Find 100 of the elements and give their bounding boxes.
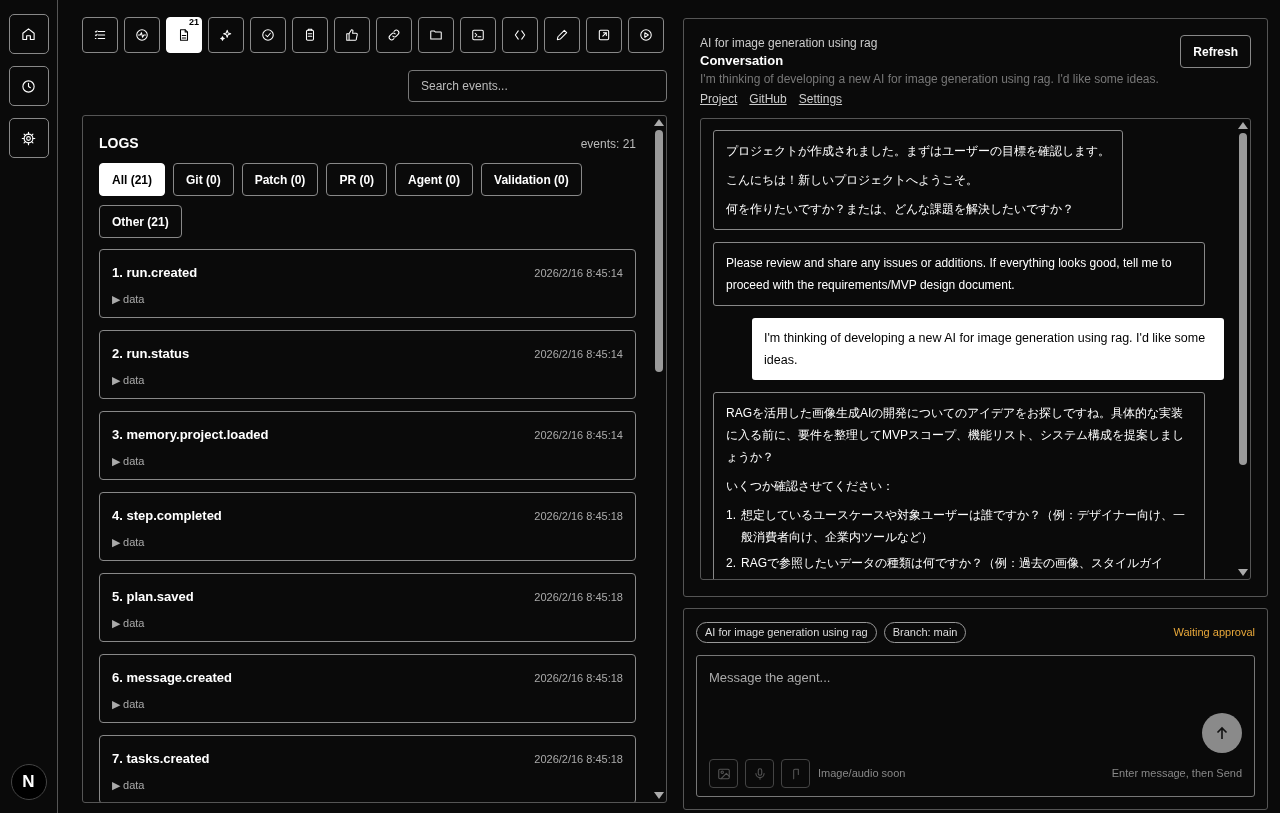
event-time: 2026/2/16 8:45:18 — [534, 751, 623, 767]
settings-icon — [21, 130, 36, 146]
toolbar-button[interactable] — [502, 17, 538, 53]
data-toggle[interactable]: ▶ data — [112, 614, 145, 631]
list-item: RAGで参照したいデータの種類は何ですか？（例：過去の画像、スタイルガイ — [741, 555, 1163, 572]
data-toggle[interactable]: ▶ data — [112, 695, 145, 712]
clipboard-icon — [303, 28, 317, 42]
event-time: 2026/2/16 8:45:18 — [534, 589, 623, 605]
message-input[interactable]: Message the agent... Image/audio soon Enter message, then Send — [696, 655, 1255, 797]
scroll-thumb[interactable] — [1239, 133, 1247, 465]
data-toggle[interactable]: ▶ data — [112, 452, 145, 469]
thumbs-up-icon — [345, 28, 359, 42]
message-text: いくつか確認させてください： — [726, 478, 895, 495]
project-description: I'm thinking of developing a new AI for image generation using rag. I'd like some ideas. — [700, 71, 1159, 87]
project-name: AI for image generation using rag — [700, 35, 879, 51]
event-name: 2. run.status — [112, 345, 190, 363]
event-time: 2026/2/16 8:45:18 — [534, 670, 623, 686]
play-icon — [639, 28, 653, 42]
nav-link[interactable]: Settings — [798, 90, 843, 108]
toolbar-button[interactable] — [334, 17, 370, 53]
toolbar-button[interactable] — [124, 17, 160, 53]
event-name: 7. tasks.created — [112, 750, 210, 768]
document-icon — [177, 28, 191, 42]
pulse-icon — [135, 28, 149, 42]
check-circle-icon — [261, 28, 275, 42]
code-icon — [513, 28, 527, 42]
home-icon — [21, 26, 36, 42]
sidebar-button[interactable] — [8, 66, 49, 106]
event-name: 4. step.completed — [112, 507, 222, 525]
data-toggle[interactable]: ▶ data — [112, 290, 145, 307]
logo-badge[interactable]: N — [10, 764, 47, 800]
message-text: I'm thinking of developing a new AI for image generation using rag. I'd like some ideas. — [764, 330, 1207, 369]
scroll-thumb[interactable] — [655, 130, 663, 372]
link-icon — [387, 28, 401, 42]
message-field[interactable]: Message the agent... — [709, 668, 1242, 716]
event-name: 5. plan.saved — [112, 588, 194, 606]
event-name: 1. run.created — [112, 264, 198, 282]
toolbar-button[interactable] — [292, 17, 328, 53]
scroll-up-icon[interactable] — [1238, 122, 1248, 129]
list-number: 1. — [726, 507, 737, 524]
event-name: 6. message.created — [112, 669, 232, 687]
data-toggle[interactable]: ▶ data — [112, 371, 145, 388]
sidebar-button[interactable] — [8, 14, 49, 54]
toolbar-button[interactable] — [376, 17, 412, 53]
filter-tab[interactable]: PR (0) — [326, 163, 388, 196]
count-label: 21 — [189, 16, 199, 28]
search-field[interactable]: Search events... — [408, 70, 667, 102]
arrow-up-icon — [1216, 726, 1228, 740]
message-text: 何を作りたいですか？または、どんな課題を解決したいですか？ — [726, 201, 1075, 218]
data-toggle[interactable]: ▶ data — [112, 776, 145, 793]
external-link-icon — [597, 28, 611, 42]
toolbar-button[interactable] — [418, 17, 454, 53]
message-text: こんにちは！新しいプロジェクトへようこそ。 — [726, 172, 979, 189]
filter-tab[interactable]: All (21) — [99, 163, 165, 196]
toolbar-button[interactable]: 21 — [166, 17, 202, 53]
event-time: 2026/2/16 8:45:18 — [534, 508, 623, 524]
hint-text: Enter message, then Send — [1111, 766, 1242, 782]
scroll-down-icon[interactable] — [1238, 569, 1248, 576]
event-count: events: 21 — [580, 135, 636, 153]
toolbar-button[interactable] — [628, 17, 664, 53]
scroll-down-icon[interactable] — [654, 792, 664, 799]
nav-link[interactable]: Project — [700, 90, 738, 108]
event-time: 2026/2/16 8:45:14 — [534, 346, 623, 362]
microphone-icon — [752, 766, 767, 781]
toolbar-button[interactable] — [250, 17, 286, 53]
panel-title: LOGS — [99, 134, 139, 153]
sparkles-icon — [219, 28, 233, 42]
toolbar-button[interactable] — [208, 17, 244, 53]
panel-title: Conversation — [700, 52, 785, 70]
folder-icon — [429, 28, 443, 42]
sidebar-button[interactable] — [8, 118, 49, 158]
toolbar-button[interactable] — [82, 17, 118, 53]
hint-text: Image/audio soon — [818, 766, 906, 782]
event-time: 2026/2/16 8:45:14 — [534, 427, 623, 443]
pencil-icon — [555, 28, 569, 42]
filter-tab[interactable]: Patch (0) — [241, 163, 319, 196]
toolbar-button[interactable] — [460, 17, 496, 53]
refresh-button[interactable]: Refresh — [1180, 35, 1251, 68]
event-name: 3. memory.project.loaded — [112, 426, 269, 444]
clock-icon — [21, 78, 36, 94]
data-toggle[interactable]: ▶ data — [112, 533, 145, 550]
image-icon — [716, 766, 731, 781]
message-text: RAGを活用した画像生成AIの開発についてのアイデアをお探しですね。具体的な実装に入る前に、要件を整理してMVPスコープ、機能リスト、システム構成を提案しましょうか？ — [726, 405, 1185, 466]
list-item: 想定しているユースケースや対象ユーザーは誰ですか？（例：デザイナー向け、一般消費者向け、企業内ツールなど） — [741, 507, 1186, 546]
terminal-icon — [471, 28, 485, 42]
toolbar-button[interactable] — [544, 17, 580, 53]
message-text: プロジェクトが作成されました。まずはユーザーの目標を確認します。 — [726, 143, 1110, 160]
send-button[interactable] — [1202, 713, 1242, 753]
filter-tab[interactable]: Other (21) — [99, 205, 182, 238]
toolbar-button[interactable] — [586, 17, 622, 53]
message-text: Please review and share any issues or additions. If everything looks good, tell me to proceed with the requirements/MVP design document. — [726, 255, 1173, 294]
event-time: 2026/2/16 8:45:14 — [534, 265, 623, 281]
scroll-up-icon[interactable] — [654, 119, 664, 126]
nav-link[interactable]: GitHub — [749, 90, 787, 108]
filter-tab[interactable]: Validation (0) — [481, 163, 582, 196]
filter-tab[interactable]: Agent (0) — [395, 163, 474, 196]
list-number: 2. — [726, 555, 737, 572]
checklist-icon — [93, 28, 107, 42]
filter-tab[interactable]: Git (0) — [173, 163, 234, 196]
status-label: Waiting approval — [1173, 625, 1255, 641]
